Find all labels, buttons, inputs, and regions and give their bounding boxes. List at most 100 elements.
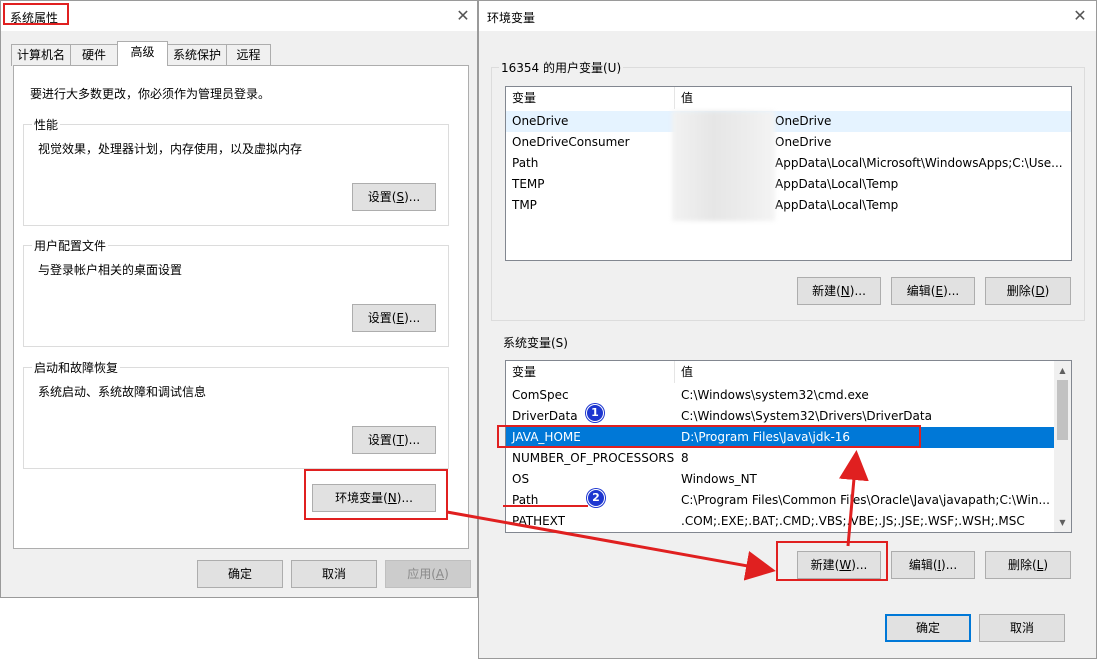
column-value[interactable]: 值 <box>675 361 693 383</box>
ok-button[interactable]: 确定 <box>885 614 971 642</box>
button-label-tail: ) <box>1043 558 1049 572</box>
title-bar: 系统属性 ✕ <box>1 1 477 31</box>
variable-value: 8 <box>681 451 689 465</box>
button-label-tail: )... <box>404 311 421 325</box>
variable-value: AppData\Local\Temp <box>775 177 899 191</box>
button-label-tail: ) <box>444 567 449 581</box>
system-delete-button[interactable]: 删除(L) <box>985 551 1071 579</box>
variable-name: OS <box>512 472 530 486</box>
button-label: 编辑( <box>906 284 936 298</box>
close-icon[interactable]: ✕ <box>453 6 473 26</box>
button-label: 新建( <box>812 284 841 298</box>
dialog-title: 环境变量 <box>487 11 536 25</box>
list-item[interactable]: Path AppData\Local\Microsoft\WindowsApps… <box>506 153 1071 174</box>
list-item[interactable]: OS Windows_NT <box>506 469 1071 490</box>
button-accelerator: D <box>1035 284 1045 298</box>
user-profiles-label: 用户配置文件 <box>32 237 109 254</box>
button-label: 设置( <box>367 190 397 204</box>
list-item[interactable]: ComSpec C:\Windows\system32\cmd.exe <box>506 385 1071 406</box>
variable-value: AppData\Local\Temp <box>775 198 899 212</box>
button-label-tail: )... <box>943 284 960 298</box>
button-accelerator: T <box>396 433 404 447</box>
variable-value: C:\Windows\system32\cmd.exe <box>681 388 869 402</box>
new-button-highlight-box <box>776 541 888 581</box>
scroll-down-icon[interactable]: ▼ <box>1054 514 1071 531</box>
path-underline-annotation <box>503 491 588 507</box>
user-profiles-desc: 与登录帐户相关的桌面设置 <box>38 263 183 277</box>
button-label: 删除( <box>1006 284 1036 298</box>
env-button-highlight-box <box>304 469 448 520</box>
button-label: 编辑( <box>908 558 938 572</box>
tab-remote[interactable]: 远程 <box>226 44 271 66</box>
column-value[interactable]: 值 <box>675 87 693 109</box>
list-item[interactable]: TEMP AppData\Local\Temp <box>506 174 1071 195</box>
title-highlight-box <box>3 3 69 25</box>
variable-value: C:\Program Files\Common Files\Oracle\Jav… <box>681 493 1050 507</box>
variable-value: C:\Windows\System32\Drivers\DriverData <box>681 409 932 423</box>
list-item[interactable]: TMP AppData\Local\Temp <box>506 195 1071 216</box>
step-2-badge: 2 <box>587 489 605 507</box>
variable-name: NUMBER_OF_PROCESSORS <box>512 451 675 465</box>
variable-value: OneDrive <box>775 114 832 128</box>
system-variables-label: 系统变量(S) <box>501 334 570 351</box>
user-delete-button[interactable]: 删除(D) <box>985 277 1071 305</box>
admin-note: 要进行大多数更改，你必须作为管理员登录。 <box>30 87 271 101</box>
user-new-button[interactable]: 新建(N)... <box>797 277 881 305</box>
performance-settings-button[interactable]: 设置(S)... <box>352 183 436 211</box>
user-variables-list[interactable]: 变量 值 OneDrive OneDrive OneDriveConsumer … <box>505 86 1072 261</box>
button-label-tail: ) <box>1044 284 1050 298</box>
tab-advanced[interactable]: 高级 <box>117 41 168 66</box>
ok-button[interactable]: 确定 <box>197 560 283 588</box>
button-accelerator: A <box>435 567 445 581</box>
scrollbar-thumb[interactable] <box>1057 380 1068 440</box>
redacted-path-blur <box>672 111 775 221</box>
user-variables-label: 16354 的用户变量(U) <box>499 59 624 76</box>
button-accelerator: N <box>840 284 850 298</box>
button-label: 删除( <box>1007 558 1037 572</box>
variable-name: OneDrive <box>512 114 569 128</box>
list-header: 变量 值 <box>506 361 1071 383</box>
list-header: 变量 值 <box>506 87 1071 109</box>
button-label: 设置( <box>367 311 397 325</box>
variable-name: ComSpec <box>512 388 569 402</box>
variable-name: Path <box>512 156 539 170</box>
column-variable[interactable]: 变量 <box>506 87 536 109</box>
variable-name: PATHEXT <box>512 514 566 528</box>
tab-computer-name[interactable]: 计算机名 <box>11 44 71 66</box>
variable-name: TEMP <box>512 177 545 191</box>
user-edit-button[interactable]: 编辑(E)... <box>891 277 975 305</box>
system-edit-button[interactable]: 编辑(I)... <box>891 551 975 579</box>
scroll-up-icon[interactable]: ▲ <box>1054 362 1071 379</box>
startup-recovery-label: 启动和故障恢复 <box>32 359 121 376</box>
java-home-highlight-box <box>497 425 921 448</box>
cancel-button[interactable]: 取消 <box>979 614 1065 642</box>
cancel-button[interactable]: 取消 <box>291 560 377 588</box>
list-item[interactable]: OneDrive OneDrive <box>506 111 1071 132</box>
list-item[interactable]: NUMBER_OF_PROCESSORS 8 <box>506 448 1071 469</box>
tab-system-protection[interactable]: 系统保护 <box>167 44 227 66</box>
step-1-badge: 1 <box>586 404 604 422</box>
list-item[interactable]: PATHEXT .COM;.EXE;.BAT;.CMD;.VBS;.VBE;.J… <box>506 511 1071 532</box>
title-bar: 环境变量 ✕ <box>479 1 1096 31</box>
button-label-tail: )... <box>849 284 866 298</box>
performance-label: 性能 <box>32 116 61 133</box>
column-variable[interactable]: 变量 <box>506 361 536 383</box>
variable-value: AppData\Local\Microsoft\WindowsApps;C:\U… <box>775 156 1063 170</box>
button-label: 应用( <box>407 567 436 581</box>
button-label: 设置( <box>367 433 397 447</box>
button-accelerator: E <box>935 284 944 298</box>
button-accelerator: E <box>396 311 405 325</box>
button-label-tail: )... <box>404 190 421 204</box>
list-item[interactable]: OneDriveConsumer OneDrive <box>506 132 1071 153</box>
apply-button[interactable]: 应用(A) <box>385 560 471 588</box>
variable-name: DriverData <box>512 409 578 423</box>
close-icon[interactable]: ✕ <box>1070 6 1090 26</box>
variable-name: OneDriveConsumer <box>512 135 630 149</box>
variable-value: .COM;.EXE;.BAT;.CMD;.VBS;.VBE;.JS;.JSE;.… <box>681 514 1025 528</box>
user-profiles-settings-button[interactable]: 设置(E)... <box>352 304 436 332</box>
variable-name: TMP <box>512 198 537 212</box>
startup-recovery-settings-button[interactable]: 设置(T)... <box>352 426 436 454</box>
tab-hardware[interactable]: 硬件 <box>70 44 118 66</box>
variable-value: OneDrive <box>775 135 832 149</box>
vertical-scrollbar[interactable]: ▲ ▼ <box>1054 361 1071 532</box>
